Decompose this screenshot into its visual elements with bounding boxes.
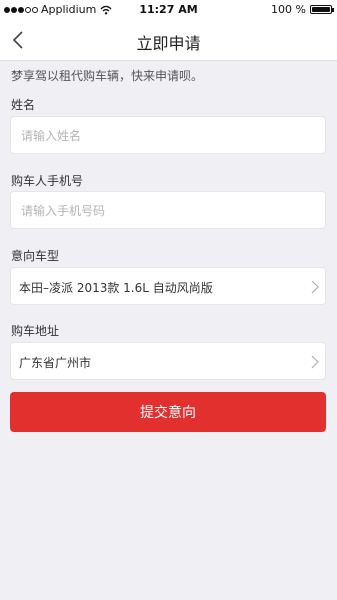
battery-percent: 100 % (271, 3, 306, 16)
submit-button[interactable]: 提交意向 (10, 392, 326, 432)
address-label: 购车地址 (11, 324, 60, 338)
address-select[interactable]: 广东省广州市 (10, 342, 326, 380)
intro-text: 梦享驾以租代购车辆，快来申请呗。 (11, 69, 204, 83)
battery-icon (310, 5, 334, 14)
battery-fill (312, 7, 330, 12)
car-model-value: 本田–凌派 2013款 1.6L 自动风尚版 (19, 281, 213, 295)
phone-field-container (10, 191, 326, 230)
page-title: 立即申请 (136, 34, 201, 53)
name-field-container (10, 116, 326, 155)
chevron-right-icon (311, 280, 319, 294)
status-bar: Applidium 11:27 AM 100 % (0, 0, 337, 20)
phone-input[interactable] (19, 192, 303, 230)
nav-bar: 立即申请 (0, 20, 337, 61)
status-right: 100 % (271, 3, 334, 16)
chevron-right-icon (311, 355, 319, 369)
address-value: 广东省广州市 (19, 356, 92, 370)
name-input[interactable] (19, 117, 303, 155)
car-model-select[interactable]: 本田–凌派 2013款 1.6L 自动风尚版 (10, 267, 326, 305)
car-model-label: 意向车型 (11, 249, 60, 263)
name-label: 姓名 (11, 98, 36, 112)
phone-label: 购车人手机号 (11, 174, 84, 188)
